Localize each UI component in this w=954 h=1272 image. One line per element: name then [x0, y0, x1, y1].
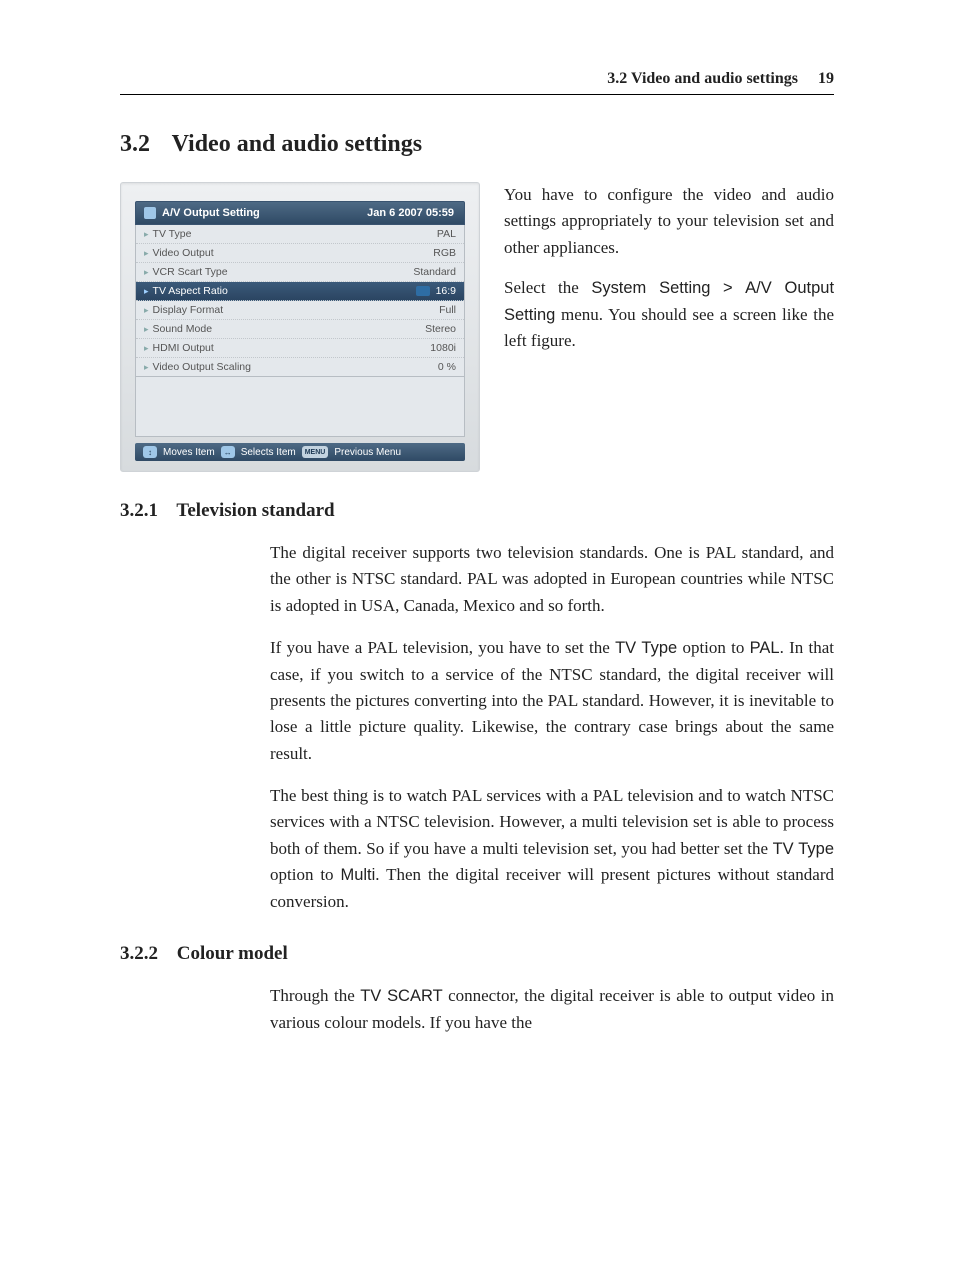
wrench-icon	[144, 207, 156, 219]
menu-value: 16:9	[436, 285, 456, 297]
menu-label: Display Format	[153, 304, 224, 316]
sub1-p3: The best thing is to watch PAL services …	[270, 783, 834, 915]
sub2-p1: Through the TV SCART connector, the digi…	[270, 983, 834, 1036]
value-pal: PAL	[750, 639, 780, 657]
menu-value: 1080i	[430, 342, 456, 354]
menu-label: Sound Mode	[153, 323, 213, 335]
subsection-title: Television standard	[176, 500, 334, 521]
menu-value: PAL	[437, 228, 456, 240]
menu-label: TV Type	[153, 228, 192, 240]
figure-hintbar: ↕ Moves Item ↔ Selects Item MENU Previou…	[135, 443, 465, 461]
gt-symbol: >	[723, 279, 733, 297]
menu-value: Standard	[413, 266, 456, 278]
menu-label: Video Output Scaling	[153, 361, 251, 373]
value-multi: Multi	[340, 866, 375, 884]
triangle-right-icon: ▸	[144, 248, 149, 258]
triangle-right-icon: ▸	[144, 267, 149, 277]
sub1-p1: The digital receiver supports two televi…	[270, 540, 834, 619]
running-header: 3.2 Video and audio settings 19	[120, 70, 834, 95]
menu-label: HDMI Output	[153, 342, 214, 354]
leftright-key-icon: ↔	[221, 446, 235, 458]
menu-row-tv-type[interactable]: ▸ TV Type PAL	[136, 225, 464, 244]
section-heading: 3.2 Video and audio settings	[120, 131, 834, 158]
intro-text: You have to configure the video and audi…	[504, 182, 834, 368]
triangle-right-icon: ▸	[144, 324, 149, 334]
menu-value: RGB	[433, 247, 456, 259]
triangle-right-icon: ▸	[144, 362, 149, 372]
figure-datetime: Jan 6 2007 05:59	[367, 207, 454, 219]
menu-value: 0 %	[438, 361, 456, 373]
connector-tv-scart: TV SCART	[360, 987, 442, 1005]
hint-moves: Moves Item	[163, 447, 215, 458]
sub1-p2: If you have a PAL television, you have t…	[270, 635, 834, 767]
menu-row-vcr-scart[interactable]: ▸ VCR Scart Type Standard	[136, 263, 464, 282]
triangle-right-icon: ▸	[144, 343, 149, 353]
option-tv-type: TV Type	[615, 639, 677, 657]
menu-path-system-setting: System Setting	[591, 279, 710, 297]
running-header-title: 3.2 Video and audio settings	[607, 70, 798, 87]
menu-label: VCR Scart Type	[153, 266, 228, 278]
subsection-heading: 3.2.2 Colour model	[120, 943, 834, 965]
menu-row-sound-mode[interactable]: ▸ Sound Mode Stereo	[136, 320, 464, 339]
section-number: 3.2	[120, 131, 150, 157]
menu-value: Full	[439, 304, 456, 316]
section-title: Video and audio settings	[172, 131, 423, 157]
menu-row-display-format[interactable]: ▸ Display Format Full	[136, 301, 464, 320]
menu-label: TV Aspect Ratio	[153, 285, 228, 297]
figure-blank-area	[135, 377, 465, 437]
subsection-number: 3.2.1	[120, 500, 158, 521]
subsection-number: 3.2.2	[120, 943, 158, 964]
menu-row-output-scaling[interactable]: ▸ Video Output Scaling 0 %	[136, 358, 464, 376]
figure-menu-list: ▸ TV Type PAL ▸ Video Output RGB ▸ VCR Scar…	[135, 225, 465, 377]
av-output-figure: A/V Output Setting Jan 6 2007 05:59 ▸ TV …	[120, 182, 480, 472]
figure-title: A/V Output Setting	[162, 207, 260, 219]
subsection-heading: 3.2.1 Television standard	[120, 500, 834, 522]
triangle-right-icon: ▸	[144, 229, 149, 239]
figure-titlebar: A/V Output Setting Jan 6 2007 05:59	[135, 201, 465, 225]
menu-row-aspect-ratio[interactable]: ▸ TV Aspect Ratio 16:9	[136, 282, 464, 301]
triangle-right-icon: ▸	[144, 305, 149, 315]
hint-selects: Selects Item	[241, 447, 296, 458]
left-right-icon	[416, 286, 430, 296]
subsection-title: Colour model	[177, 943, 288, 964]
menu-label: Video Output	[153, 247, 214, 259]
menu-row-video-output[interactable]: ▸ Video Output RGB	[136, 244, 464, 263]
page-number: 19	[818, 70, 834, 87]
intro-p1: You have to configure the video and audi…	[504, 182, 834, 261]
menu-key-icon: MENU	[302, 446, 329, 458]
menu-value: Stereo	[425, 323, 456, 335]
intro-p2: Select the System Setting > A/V Output S…	[504, 275, 834, 354]
option-tv-type: TV Type	[773, 840, 834, 858]
menu-row-hdmi-output[interactable]: ▸ HDMI Output 1080i	[136, 339, 464, 358]
triangle-right-icon: ▸	[144, 286, 149, 296]
hint-prev: Previous Menu	[334, 447, 401, 458]
updown-key-icon: ↕	[143, 446, 157, 458]
